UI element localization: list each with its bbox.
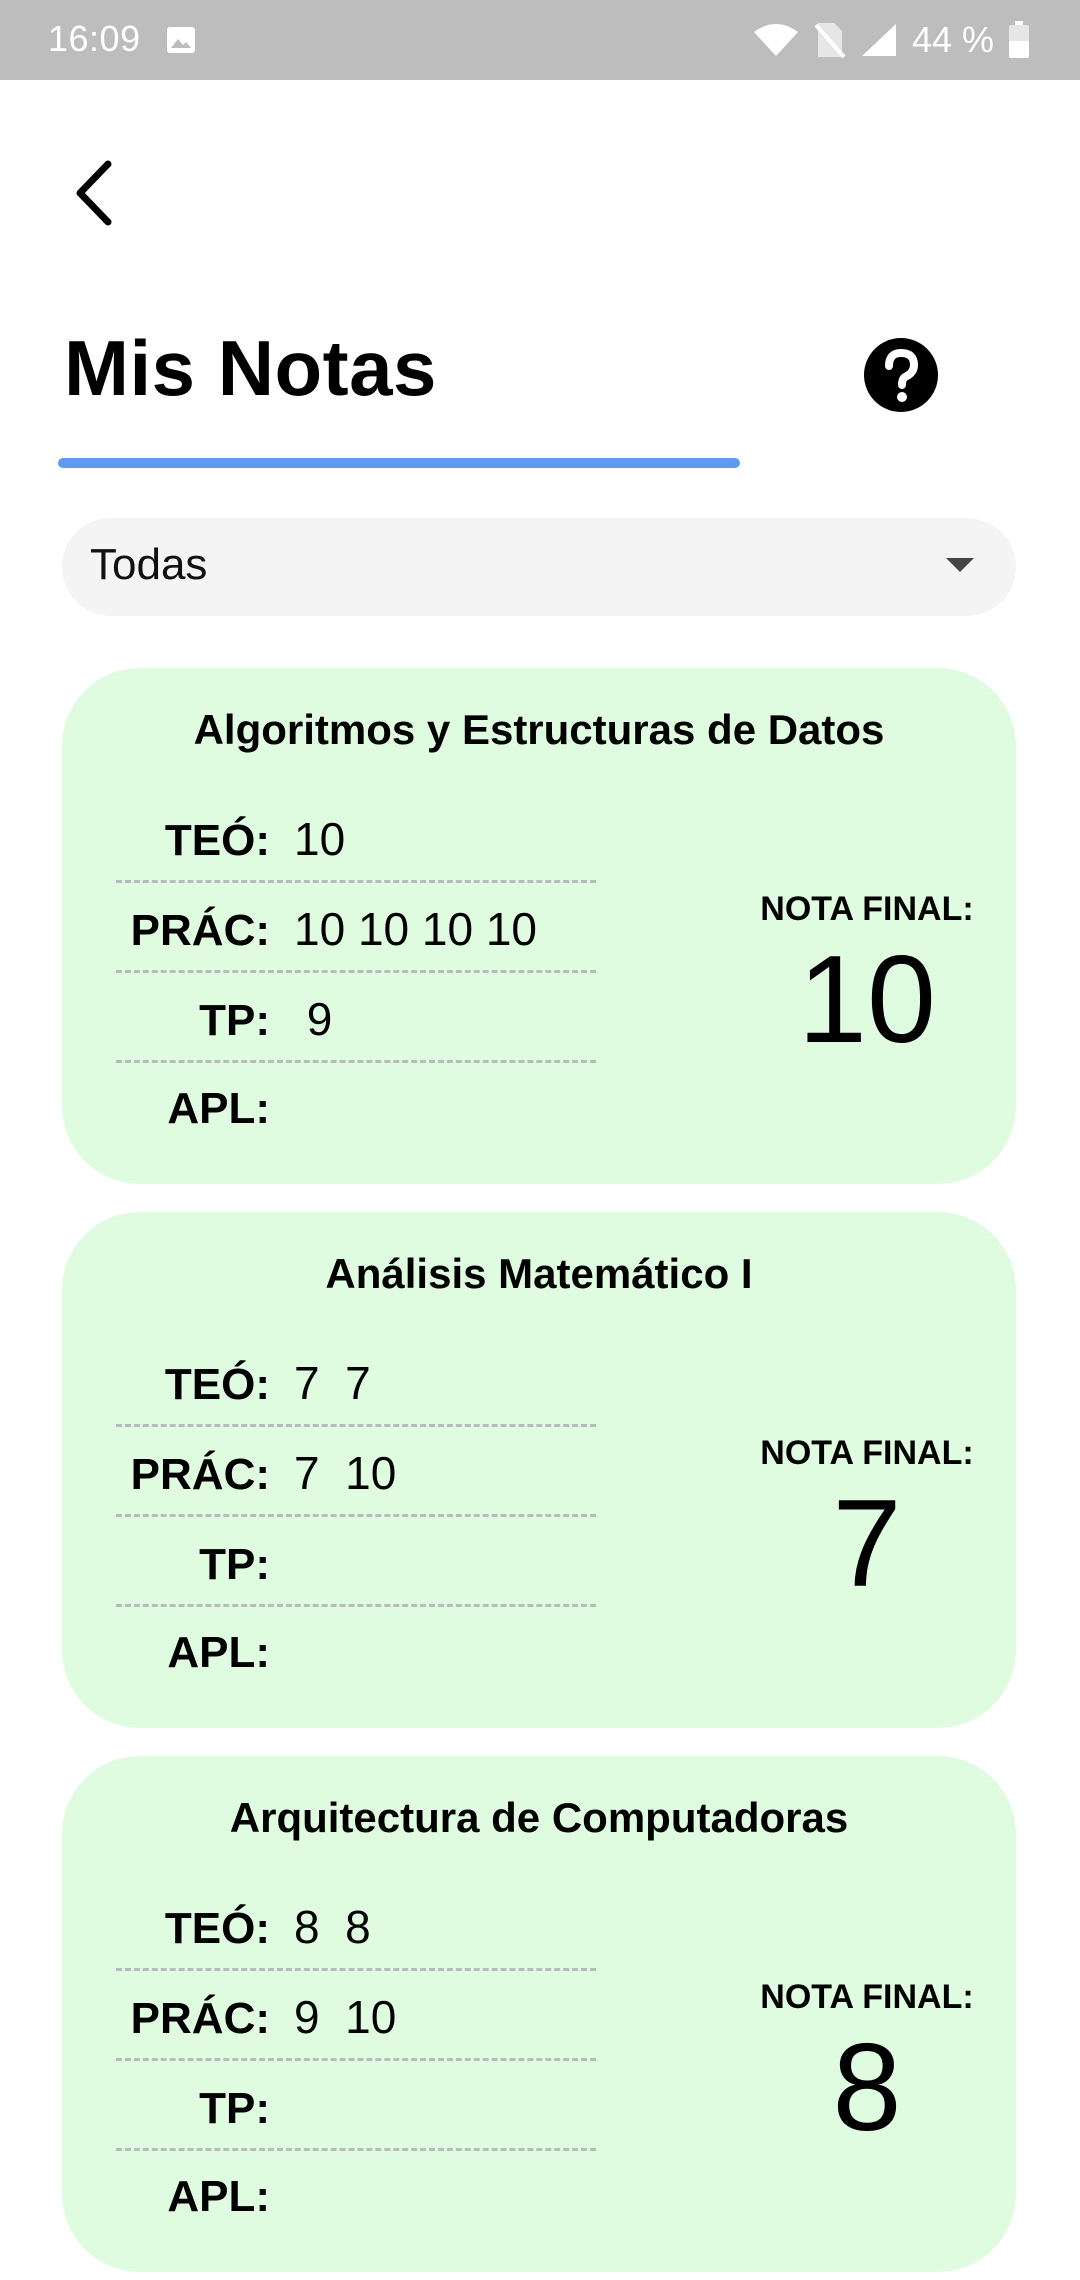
- grade-label: APL:: [167, 1084, 270, 1133]
- status-icons: 44 %: [752, 14, 1030, 66]
- no-sim-icon: [814, 21, 846, 59]
- grade-values: 9 10: [294, 1991, 397, 2043]
- title-underline: [58, 458, 740, 468]
- subject-card[interactable]: Algoritmos y Estructuras de Datos TEÓ: 1…: [62, 668, 1016, 1184]
- grade-label: APL:: [167, 2172, 270, 2221]
- final-grade-label: NOTA FINAL:: [760, 890, 974, 928]
- grade-values: 8 8: [294, 1901, 371, 1953]
- grade-label: APL:: [167, 1628, 270, 1677]
- grade-label: PRÁC:: [130, 906, 270, 955]
- grade-values: 9: [294, 993, 333, 1045]
- grade-label: TP:: [199, 1540, 270, 1589]
- grade-label: TEÓ:: [164, 816, 270, 865]
- final-grade-label: NOTA FINAL:: [760, 1978, 974, 2016]
- battery-percentage: 44 %: [911, 19, 994, 60]
- battery-icon: [1008, 21, 1030, 59]
- question-circle-icon: [862, 338, 940, 418]
- final-grade-value: 7: [832, 1475, 902, 1613]
- grade-row-prac: PRÁC: 9 10: [116, 1988, 596, 2061]
- cell-signal-icon: [860, 22, 898, 58]
- final-grade-value: 8: [832, 2019, 902, 2157]
- grade-label: TEÓ:: [164, 1360, 270, 1409]
- grade-values: 7 10: [294, 1447, 397, 1499]
- final-grade-value: 10: [798, 931, 936, 1069]
- grade-row-tp: TP: 9: [116, 990, 596, 1063]
- grade-row-apl: APL:: [116, 1622, 596, 1692]
- grade-row-tp: TP:: [116, 1534, 596, 1607]
- filter-selected-value: Todas: [90, 540, 208, 589]
- grade-label: TP:: [199, 996, 270, 1045]
- grade-label: TP:: [199, 2084, 270, 2133]
- grade-row-apl: APL:: [116, 2166, 596, 2236]
- grade-row-prac: PRÁC: 7 10: [116, 1444, 596, 1517]
- grade-label: PRÁC:: [130, 1994, 270, 2043]
- status-time: 16:09: [48, 18, 141, 59]
- help-button[interactable]: [862, 336, 940, 414]
- grade-row-tp: TP:: [116, 2078, 596, 2151]
- status-bar: 16:09 44 %: [0, 0, 1080, 80]
- grade-row-teo: TEÓ: 7 7: [116, 1354, 596, 1427]
- final-grade-label: NOTA FINAL:: [760, 1434, 974, 1472]
- grade-label: TEÓ:: [164, 1904, 270, 1953]
- grade-values: 10: [294, 813, 346, 865]
- grade-row-teo: TEÓ: 8 8: [116, 1898, 596, 1971]
- page-title: Mis Notas: [64, 324, 437, 412]
- subject-card[interactable]: Arquitectura de Computadoras TEÓ: 8 8 PR…: [62, 1756, 1016, 2272]
- grade-label: PRÁC:: [130, 1450, 270, 1499]
- dropdown-arrow-icon: [946, 558, 974, 572]
- grade-values: 10 10 10 10: [294, 903, 538, 955]
- image-icon: [166, 26, 196, 54]
- subject-title: Algoritmos y Estructuras de Datos: [193, 706, 885, 753]
- subject-title: Análisis Matemático I: [325, 1250, 753, 1297]
- grade-row-prac: PRÁC: 10 10 10 10: [116, 900, 596, 973]
- chevron-left-icon: [70, 158, 120, 233]
- grade-row-teo: TEÓ: 10: [116, 810, 596, 883]
- subject-card[interactable]: Análisis Matemático I TEÓ: 7 7 PRÁC: 7 1…: [62, 1212, 1016, 1728]
- grade-row-apl: APL:: [116, 1078, 596, 1148]
- back-button[interactable]: [60, 150, 130, 240]
- wifi-icon: [752, 22, 800, 58]
- grade-values: 7 7: [294, 1357, 371, 1409]
- subject-title: Arquitectura de Computadoras: [229, 1794, 849, 1841]
- filter-dropdown[interactable]: Todas: [62, 518, 1016, 616]
